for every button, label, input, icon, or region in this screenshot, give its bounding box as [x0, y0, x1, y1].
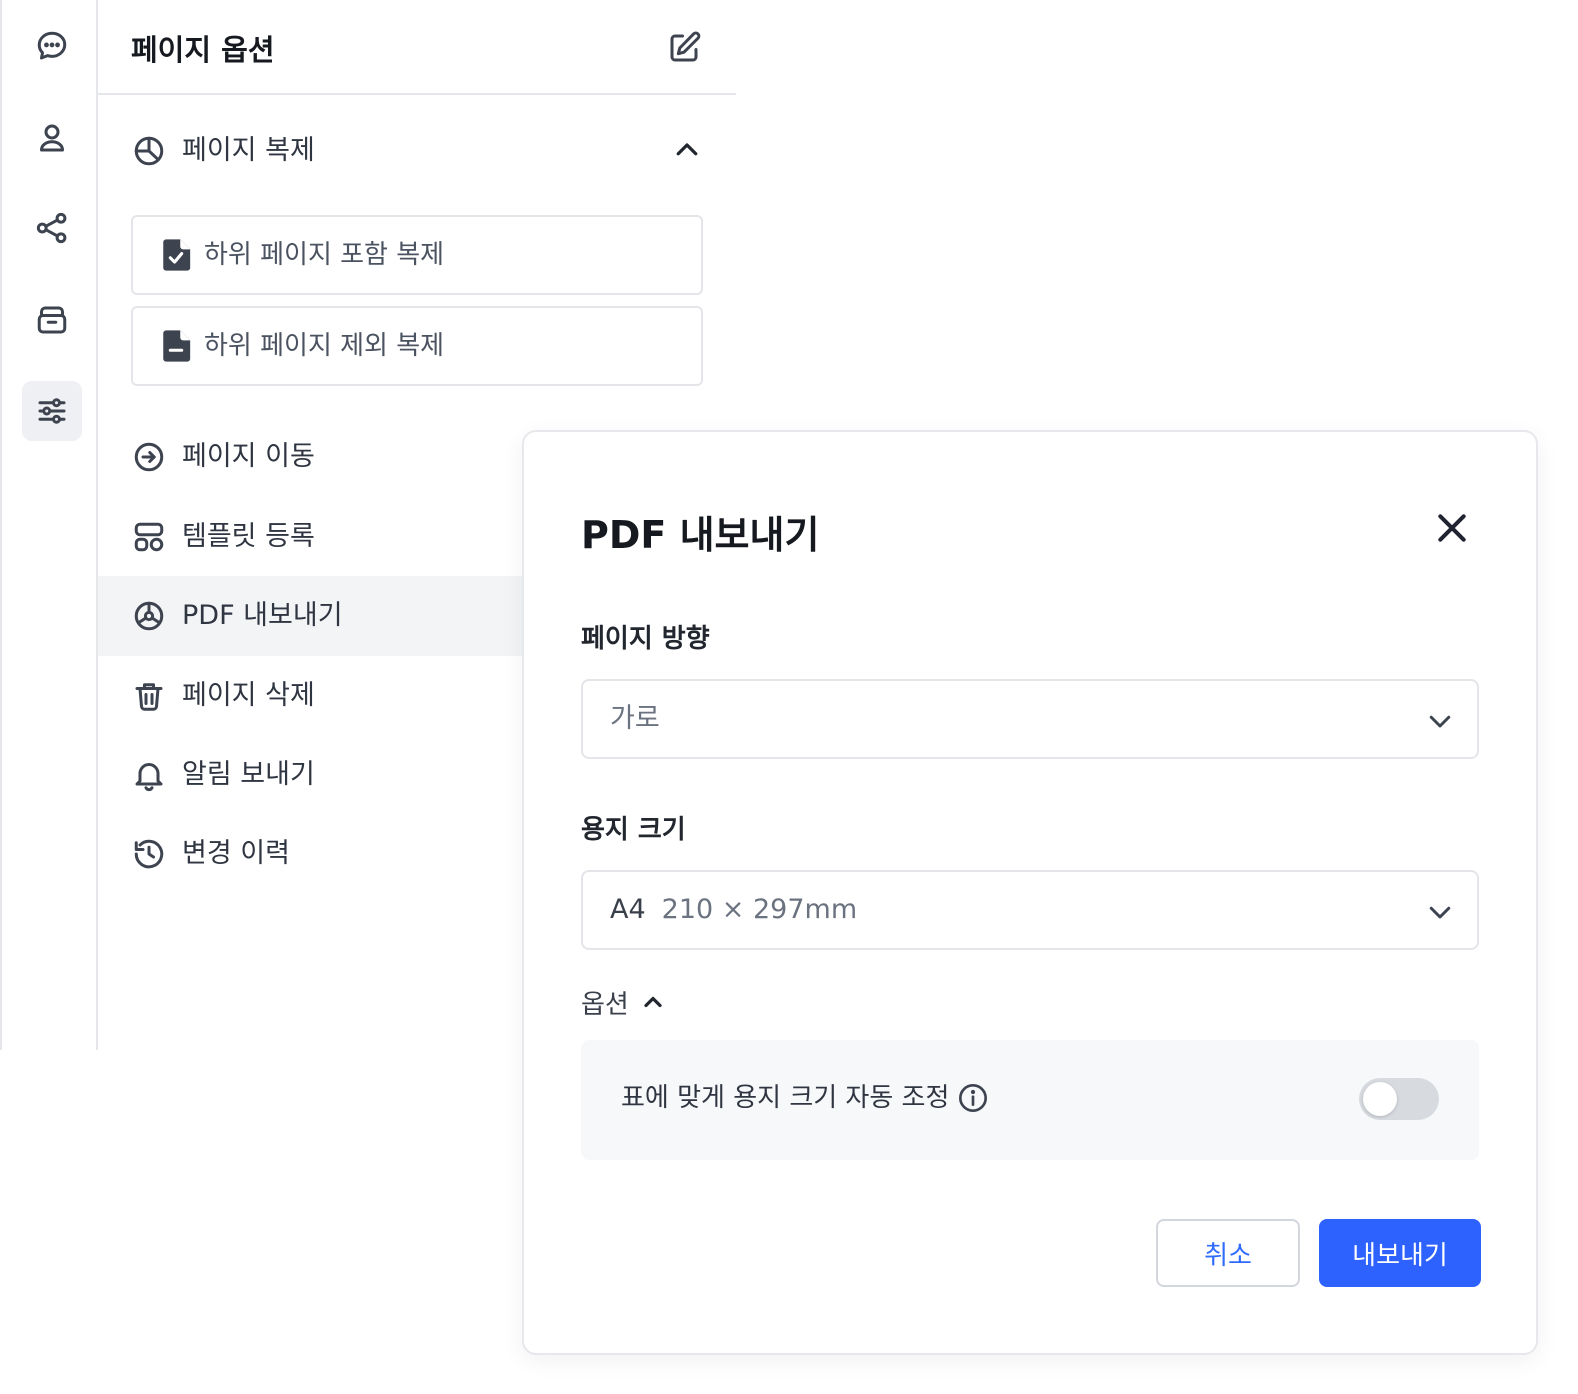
- rail-user-button[interactable]: [22, 108, 82, 168]
- panel-header: 페이지 옵션: [98, 0, 736, 95]
- user-icon: [40, 124, 64, 152]
- icon-rail: [0, 0, 98, 1050]
- trash-icon: [135, 683, 163, 711]
- duplicate-without-children-button[interactable]: 하위 페이지 제외 복제: [131, 306, 703, 386]
- paper-size-value: A4 210 × 297mm: [610, 892, 857, 928]
- close-icon[interactable]: [1432, 508, 1472, 548]
- menu-item-label: 페이지 복제: [182, 135, 315, 166]
- orientation-select[interactable]: 가로: [581, 679, 1479, 759]
- options-label: 옵션: [581, 989, 629, 1020]
- move-page-icon: [134, 442, 164, 472]
- orientation-label: 페이지 방향: [581, 624, 710, 654]
- duplicate-without-children-label: 하위 페이지 제외 복제: [204, 331, 445, 361]
- file-minus-icon: [163, 330, 191, 362]
- rail-share-button[interactable]: [22, 198, 82, 258]
- options-panel: 표에 맞게 용지 크기 자동 조정: [581, 1040, 1479, 1160]
- bell-icon: [135, 763, 163, 792]
- archive-icon: [37, 306, 67, 334]
- sliders-icon: [38, 398, 66, 424]
- export-button[interactable]: 내보내기: [1319, 1219, 1481, 1287]
- orientation-value: 가로: [610, 703, 660, 734]
- chat-icon: [37, 31, 67, 60]
- menu-item-label: 페이지 삭제: [182, 680, 315, 711]
- chevron-up-icon[interactable]: [672, 135, 702, 165]
- menu-item-label: 변경 이력: [182, 838, 290, 869]
- options-toggle[interactable]: 옵션: [581, 984, 667, 1020]
- menu-item-label: 템플릿 등록: [182, 521, 315, 552]
- auto-fit-toggle[interactable]: [1359, 1078, 1439, 1120]
- rail-archive-button[interactable]: [22, 290, 82, 350]
- menu-item-duplicate[interactable]: 페이지 복제: [98, 111, 736, 191]
- rail-chat-button[interactable]: [22, 16, 82, 76]
- menu-item-label: 알림 보내기: [182, 759, 315, 790]
- toggle-knob: [1363, 1082, 1397, 1116]
- auto-fit-label: 표에 맞게 용지 크기 자동 조정: [621, 1083, 950, 1113]
- paper-size-select[interactable]: A4 210 × 297mm: [581, 870, 1479, 950]
- share-icon: [36, 212, 67, 244]
- template-icon: [134, 522, 164, 552]
- paper-size-dims: 210 × 297mm: [661, 894, 858, 925]
- dialog-title: PDF 내보내기: [581, 513, 820, 557]
- edit-icon[interactable]: [666, 30, 702, 66]
- pdf-export-dialog: PDF 내보내기 페이지 방향 가로 용지 크기 A4 210 × 297mm 옵…: [522, 430, 1538, 1355]
- chevron-up-icon: [644, 996, 662, 1008]
- file-check-icon: [163, 239, 191, 271]
- pdf-icon: [134, 601, 164, 631]
- cancel-button[interactable]: 취소: [1156, 1219, 1300, 1287]
- duplicate-with-children-button[interactable]: 하위 페이지 포함 복제: [131, 215, 703, 295]
- duplicate-with-children-label: 하위 페이지 포함 복제: [204, 240, 445, 270]
- duplicate-icon: [134, 136, 164, 166]
- chevron-down-icon: [1429, 715, 1451, 728]
- rail-settings-button[interactable]: [22, 381, 82, 441]
- menu-item-label: PDF 내보내기: [182, 600, 343, 631]
- history-icon: [134, 839, 164, 869]
- paper-size-name: A4: [610, 894, 646, 925]
- panel-title: 페이지 옵션: [131, 33, 275, 67]
- menu-item-label: 페이지 이동: [182, 441, 315, 472]
- info-icon[interactable]: [957, 1082, 989, 1114]
- chevron-down-icon: [1429, 906, 1451, 919]
- paper-size-label: 용지 크기: [581, 815, 686, 845]
